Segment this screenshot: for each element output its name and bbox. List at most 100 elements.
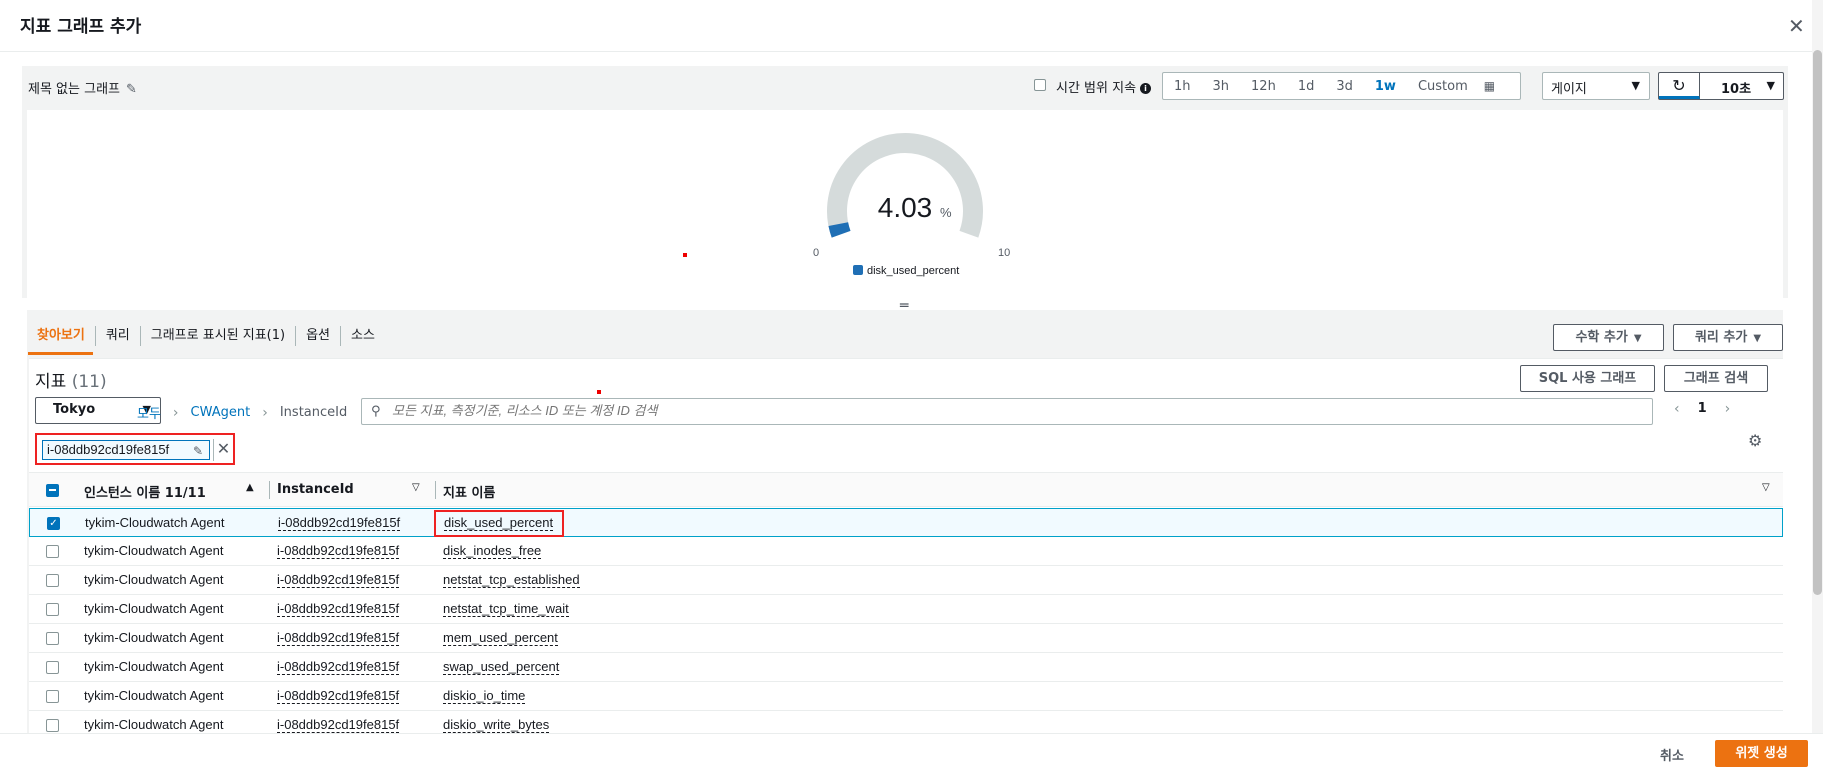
metrics-title: 지표 [35,372,67,392]
instance-name-cell: tykim-Cloudwatch Agent [84,572,224,587]
row-checkbox[interactable] [46,574,59,587]
active-tab-indicator [28,352,93,355]
instance-id-cell[interactable]: i-08ddb92cd19fe815f [277,601,400,617]
add-metric-graph-dialog: 지표 그래프 추가 ✕ 제목 없는 그래프 ✎ 시간 범위 지속 i 1h 3h 12h… [0,0,1823,773]
page-number[interactable]: 1 [1698,401,1707,417]
table-row[interactable]: tykim-Cloudwatch Agent i-08ddb92cd19fe815… [29,653,1783,682]
select-all-checkbox[interactable] [46,484,59,497]
row-checkbox[interactable] [46,603,59,616]
time-range-1h[interactable]: 1h [1163,79,1202,94]
cancel-button[interactable]: 취소 [1660,745,1684,764]
instance-id-cell[interactable]: i-08ddb92cd19fe815f [278,515,401,531]
add-math-button[interactable]: 수학 추가 ▼ [1553,324,1664,351]
table-row[interactable]: tykim-Cloudwatch Agent i-08ddb92cd19fe815… [29,624,1783,653]
time-range-3d[interactable]: 3d [1325,79,1364,94]
info-icon[interactable]: i [1140,83,1152,94]
instance-name-cell: tykim-Cloudwatch Agent [84,659,224,674]
sort-ascending-icon[interactable]: ▲ [246,482,254,493]
metric-name-cell[interactable]: mem_used_percent [443,630,558,646]
filter-token: i-08ddb92cd19fe815f ✎ [42,440,210,460]
row-checkbox[interactable] [46,661,59,674]
instance-id-cell[interactable]: i-08ddb92cd19fe815f [277,717,400,733]
pencil-icon[interactable]: ✎ [126,82,137,97]
row-checkbox[interactable] [46,690,59,703]
instance-id-cell[interactable]: i-08ddb92cd19fe815f [277,543,400,559]
close-icon[interactable]: ✕ [1788,14,1805,38]
row-checkbox[interactable] [46,719,59,732]
filter-token-highlight: i-08ddb92cd19fe815f ✎ ✕ [35,433,235,465]
chevron-left-icon[interactable]: ‹ [1674,401,1680,417]
instance-id-cell[interactable]: i-08ddb92cd19fe815f [277,572,400,588]
time-range-1d[interactable]: 1d [1287,79,1326,94]
row-checkbox[interactable] [46,632,59,645]
graph-title[interactable]: 제목 없는 그래프 ✎ [28,78,137,97]
metric-name-cell[interactable]: diskio_write_bytes [443,717,550,733]
caret-down-icon[interactable]: ▼ [1767,79,1775,92]
sort-icon[interactable]: ▽ [412,482,420,493]
scrollbar-thumb[interactable] [1813,50,1822,595]
tab-1[interactable]: 쿼리 [96,326,141,346]
tab-4[interactable]: 소스 [341,326,385,346]
instance-id-cell[interactable]: i-08ddb92cd19fe815f [277,688,400,704]
remove-filter-icon[interactable]: ✕ [213,439,233,461]
breadcrumb-cwagent[interactable]: CWAgent [191,405,251,420]
table-row[interactable]: tykim-Cloudwatch Agent i-08ddb92cd19fe815… [29,595,1783,624]
table-row[interactable]: tykim-Cloudwatch Agent i-08ddb92cd19fe815… [29,537,1783,566]
persist-time-range-label: 시간 범위 지속 i [1056,77,1152,96]
column-instance-id[interactable]: InstanceId [277,482,354,497]
metric-name-cell[interactable]: netstat_tcp_time_wait [443,601,569,617]
row-checkbox[interactable] [46,545,59,558]
gauge-unit-text: % [940,205,952,220]
metric-search: ⚲ [361,398,1653,425]
persist-time-range-checkbox[interactable] [1034,79,1046,91]
refresh-icon[interactable]: ↻ [1659,73,1700,99]
row-checkbox[interactable]: ✓ [47,517,60,530]
graph-title-text: 제목 없는 그래프 [28,82,120,97]
pencil-icon[interactable]: ✎ [193,444,203,458]
tab-2[interactable]: 그래프로 표시된 지표(1) [141,326,297,346]
search-input[interactable] [392,403,1642,418]
red-dot-marker [683,253,687,257]
column-separator[interactable] [269,481,270,499]
add-math-label: 수학 추가 [1575,330,1628,345]
legend-label[interactable]: disk_used_percent [867,265,959,277]
instance-name-cell: tykim-Cloudwatch Agent [84,543,224,558]
filter-token-text: i-08ddb92cd19fe815f [47,442,170,457]
metric-name-cell[interactable]: diskio_io_time [443,688,526,704]
create-widget-button[interactable]: 위젯 생성 [1715,740,1808,767]
gauge-value-text: 4.03 [878,192,933,223]
time-range-12h[interactable]: 12h [1240,79,1287,94]
time-range-3h[interactable]: 3h [1202,79,1241,94]
highlight-box [434,510,564,537]
time-range-custom[interactable]: Custom [1407,79,1479,94]
breadcrumb-all[interactable]: 모두 [137,403,161,422]
table-row[interactable]: tykim-Cloudwatch Agent i-08ddb92cd19fe815… [29,682,1783,711]
instance-id-cell[interactable]: i-08ddb92cd19fe815f [277,659,400,675]
gear-icon[interactable]: ⚙ [1748,431,1762,450]
add-query-button[interactable]: 쿼리 추가 ▼ [1673,324,1783,351]
chevron-right-icon[interactable]: › [1725,401,1731,417]
column-separator[interactable] [435,481,436,499]
sql-graph-button[interactable]: SQL 사용 그래프 [1520,365,1655,392]
graph-search-button[interactable]: 그래프 검색 [1664,365,1768,392]
breadcrumb: 모두 › CWAgent › InstanceId [137,403,347,423]
persist-time-range-text: 시간 범위 지속 [1056,81,1137,96]
metrics-count: (11) [71,372,107,392]
table-row[interactable]: ✓ tykim-Cloudwatch Agent i-08ddb92cd19fe81… [29,508,1783,537]
tab-0[interactable]: 찾아보기 [27,326,96,346]
table-row[interactable]: tykim-Cloudwatch Agent i-08ddb92cd19fe815… [29,566,1783,595]
metric-name-cell[interactable]: netstat_tcp_established [443,572,580,588]
time-range-1w[interactable]: 1w [1364,79,1407,94]
refresh-control: ↻ 10초 ▼ [1658,72,1784,100]
column-metric-name[interactable]: 지표 이름 [443,482,495,501]
tab-3[interactable]: 옵션 [296,326,342,346]
metric-name-cell[interactable]: disk_inodes_free [443,543,542,559]
sort-icon[interactable]: ▽ [1762,482,1770,493]
column-instance-name[interactable]: 인스턴스 이름 11/11 [84,482,206,501]
refresh-interval-value[interactable]: 10초 [1721,78,1751,97]
visualization-type-select[interactable]: 게이지 ▼ [1542,72,1650,100]
calendar-icon[interactable]: ▦ [1473,79,1506,93]
instance-id-cell[interactable]: i-08ddb92cd19fe815f [277,630,400,646]
metric-name-cell[interactable]: swap_used_percent [443,659,560,675]
chevron-right-icon: › [262,404,268,421]
